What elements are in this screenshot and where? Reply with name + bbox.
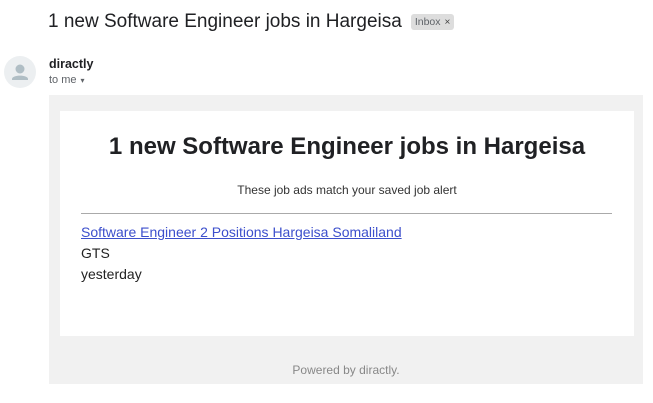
job-company: GTS xyxy=(81,245,110,261)
job-posted-date: yesterday xyxy=(81,266,142,282)
job-alert-subtitle: These job ads match your saved job alert xyxy=(237,183,457,197)
person-icon xyxy=(12,64,28,80)
email-body: 1 new Software Engineer jobs in Hargeisa… xyxy=(49,95,643,384)
inbox-label-chip[interactable]: Inbox × xyxy=(410,14,455,30)
email-subject: 1 new Software Engineer jobs in Hargeisa xyxy=(48,11,402,32)
sender-name: diractly xyxy=(49,57,94,71)
recipient-text: to me xyxy=(49,74,77,86)
email-footer: Powered by diractly. xyxy=(292,363,400,377)
email-subject-row: 1 new Software Engineer jobs in Hargeisa… xyxy=(48,9,455,35)
job-alert-card: 1 new Software Engineer jobs in Hargeisa… xyxy=(60,111,634,336)
job-title-link[interactable]: Software Engineer 2 Positions Hargeisa S… xyxy=(81,224,402,240)
inbox-label-text: Inbox xyxy=(414,16,441,28)
job-alert-title: 1 new Software Engineer jobs in Hargeisa xyxy=(108,133,586,160)
show-details-icon[interactable]: ▾ xyxy=(81,76,85,85)
divider xyxy=(81,213,612,214)
sender-avatar[interactable] xyxy=(4,56,36,88)
remove-label-icon[interactable]: × xyxy=(445,17,451,28)
recipient-details[interactable]: to me ▾ xyxy=(49,74,85,86)
